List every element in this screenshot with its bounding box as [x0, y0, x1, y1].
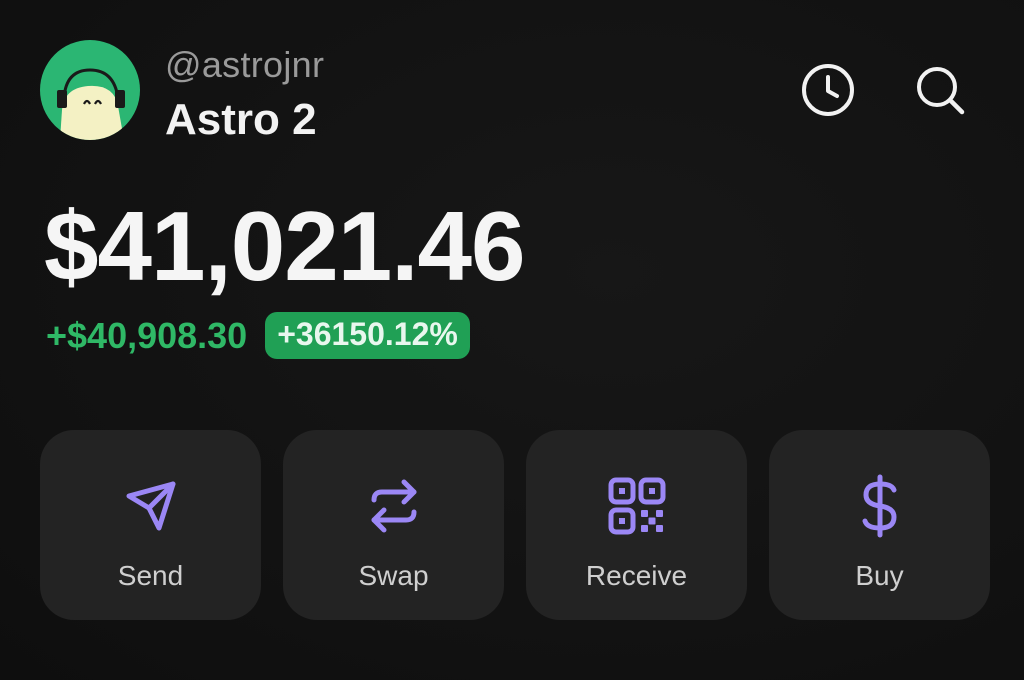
- send-button[interactable]: Send: [40, 430, 261, 620]
- dollar-icon: [862, 474, 897, 538]
- avatar[interactable]: [40, 40, 140, 140]
- action-buttons: Send Swap Receive Buy: [40, 430, 990, 620]
- portfolio-balance: $41,021.46: [44, 191, 525, 301]
- send-icon: [126, 481, 175, 531]
- receive-label: Receive: [585, 560, 688, 591]
- change-percent-badge: +36150.12%: [265, 312, 470, 359]
- swap-label: Swap: [358, 560, 429, 591]
- send-label: Send: [117, 560, 184, 591]
- username-handle: @astrojnr: [165, 44, 325, 85]
- receive-button[interactable]: Receive: [526, 430, 747, 620]
- account-name[interactable]: Astro 2: [165, 95, 317, 145]
- buy-button[interactable]: Buy: [769, 430, 990, 620]
- wallet-home: @astrojnr Astro 2 $41,021.46 +$40,908.30…: [0, 0, 1024, 680]
- search-button[interactable]: [910, 60, 970, 120]
- search-icon: [917, 67, 965, 115]
- astronaut-avatar-icon: [40, 40, 140, 140]
- swap-button[interactable]: Swap: [283, 430, 504, 620]
- history-button[interactable]: [798, 60, 858, 120]
- swap-icon: [371, 479, 416, 533]
- qr-code-icon: [608, 477, 665, 535]
- buy-label: Buy: [855, 560, 904, 591]
- change-amount: +$40,908.30: [46, 314, 248, 356]
- balance-change-row: +$40,908.30 +36150.12%: [46, 312, 470, 359]
- clock-icon: [802, 64, 854, 116]
